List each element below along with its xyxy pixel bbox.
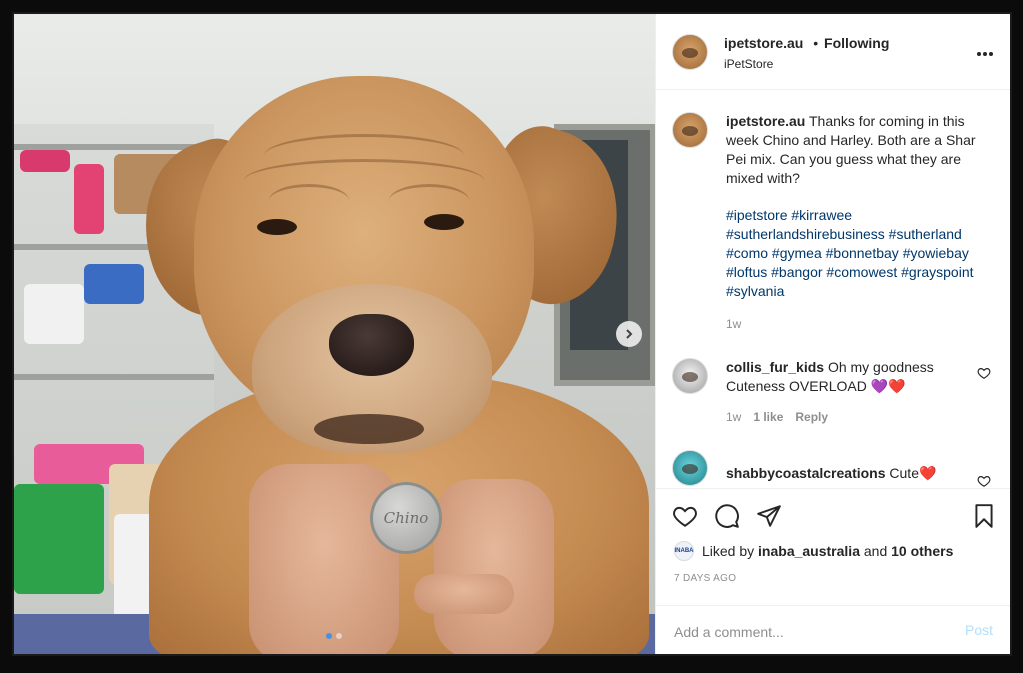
hand-right bbox=[434, 479, 554, 654]
post-modal: Chino ipetstore.au • Following iPetStore… bbox=[14, 14, 1010, 654]
reply-button[interactable]: Reply bbox=[795, 410, 828, 424]
hashtag-link[interactable]: #sutherland bbox=[889, 226, 962, 242]
hashtag-link[interactable]: #sylvania bbox=[726, 283, 784, 299]
comment-emoji: 💜❤️ bbox=[870, 378, 906, 394]
heart-icon[interactable] bbox=[672, 503, 698, 529]
post-date[interactable]: 7 DAYS AGO bbox=[674, 573, 736, 584]
post-header: ipetstore.au • Following iPetStore bbox=[656, 14, 1010, 90]
dog-eye-right bbox=[424, 214, 464, 230]
comment-icon[interactable] bbox=[714, 503, 740, 529]
author-username[interactable]: ipetstore.au bbox=[724, 35, 803, 51]
hashtag-link[interactable]: #bonnetbay bbox=[826, 245, 899, 261]
post-panel: ipetstore.au • Following iPetStore ipets… bbox=[655, 14, 1010, 654]
comment-time[interactable]: 1w bbox=[726, 410, 741, 424]
caption-text: ipetstore.au Thanks for coming in this w… bbox=[726, 112, 988, 188]
bookmark-icon[interactable] bbox=[971, 503, 997, 529]
action-bar: INABA Liked by inaba_australia and 10 ot… bbox=[656, 488, 1010, 654]
chevron-right-icon bbox=[626, 329, 633, 339]
comment-likes[interactable]: 1 like bbox=[753, 410, 783, 424]
commenter-avatar[interactable] bbox=[672, 358, 708, 394]
add-comment-bar: Post bbox=[656, 605, 1010, 654]
hand-left bbox=[249, 464, 399, 654]
author-line: ipetstore.au • Following bbox=[724, 35, 889, 51]
hashtag-link[interactable]: #como bbox=[726, 245, 768, 261]
post-photo[interactable]: Chino bbox=[14, 14, 655, 654]
comment-text: shabbycoastalcreations Cute❤️ bbox=[726, 464, 976, 483]
comments-list[interactable]: ipetstore.au Thanks for coming in this w… bbox=[656, 90, 1010, 488]
dog-eye-left bbox=[257, 219, 297, 235]
caption-time[interactable]: 1w bbox=[726, 317, 741, 331]
comment-emoji: ❤️ bbox=[918, 465, 937, 481]
carousel-dot bbox=[336, 633, 342, 639]
screen-frame: Chino ipetstore.au • Following iPetStore… bbox=[0, 0, 1023, 673]
following-button[interactable]: Following bbox=[824, 35, 889, 51]
comment-meta: 1w 1 like Reply bbox=[726, 410, 828, 424]
separator-dot: • bbox=[813, 35, 819, 51]
caption-username[interactable]: ipetstore.au bbox=[726, 113, 805, 129]
caption-avatar[interactable] bbox=[672, 112, 708, 148]
commenter-username[interactable]: collis_fur_kids bbox=[726, 359, 824, 375]
comment-text: collis_fur_kids Oh my goodness Cuteness … bbox=[726, 358, 966, 396]
next-slide-button[interactable] bbox=[616, 321, 642, 347]
likes-summary: INABA Liked by inaba_australia and 10 ot… bbox=[674, 541, 953, 561]
hashtag-link[interactable]: #grayspoint bbox=[901, 264, 973, 280]
share-icon[interactable] bbox=[756, 503, 782, 529]
hashtag-link[interactable]: #sutherlandshirebusiness bbox=[726, 226, 885, 242]
liked-by-and: and bbox=[863, 543, 888, 559]
dog-nose bbox=[329, 314, 414, 376]
comment-body: Cute bbox=[889, 465, 919, 481]
commenter-username[interactable]: shabbycoastalcreations bbox=[726, 465, 886, 481]
caption-hashtags: #ipetstore #kirrawee #sutherlandshirebus… bbox=[726, 206, 996, 301]
hashtag-link[interactable]: #ipetstore bbox=[726, 207, 787, 223]
like-comment-icon[interactable] bbox=[977, 366, 991, 380]
name-tag: Chino bbox=[370, 482, 442, 554]
hashtag-link[interactable]: #comowest bbox=[826, 264, 897, 280]
likes-others-link[interactable]: 10 others bbox=[891, 543, 953, 559]
hashtag-link[interactable]: #bangor bbox=[771, 264, 822, 280]
hashtag-link[interactable]: #gymea bbox=[772, 245, 822, 261]
liked-by-prefix: Liked by bbox=[702, 543, 755, 559]
carousel-dot-active bbox=[326, 633, 332, 639]
liker-avatar[interactable]: INABA bbox=[674, 541, 694, 561]
more-horizontal-icon bbox=[977, 52, 993, 56]
dog-mouth bbox=[314, 414, 424, 444]
post-comment-button[interactable]: Post bbox=[965, 622, 993, 638]
comment-input[interactable] bbox=[672, 618, 936, 646]
hashtag-link[interactable]: #kirrawee bbox=[791, 207, 852, 223]
author-avatar[interactable] bbox=[672, 34, 708, 70]
carousel-indicator bbox=[326, 633, 342, 639]
hashtag-link[interactable]: #loftus bbox=[726, 264, 767, 280]
liker-username[interactable]: inaba_australia bbox=[758, 543, 860, 559]
author-subtitle: iPetStore bbox=[724, 57, 774, 71]
more-options-button[interactable] bbox=[976, 40, 994, 63]
hashtag-link[interactable]: #yowiebay bbox=[903, 245, 969, 261]
commenter-avatar[interactable] bbox=[672, 450, 708, 486]
like-comment-icon[interactable] bbox=[977, 474, 991, 488]
